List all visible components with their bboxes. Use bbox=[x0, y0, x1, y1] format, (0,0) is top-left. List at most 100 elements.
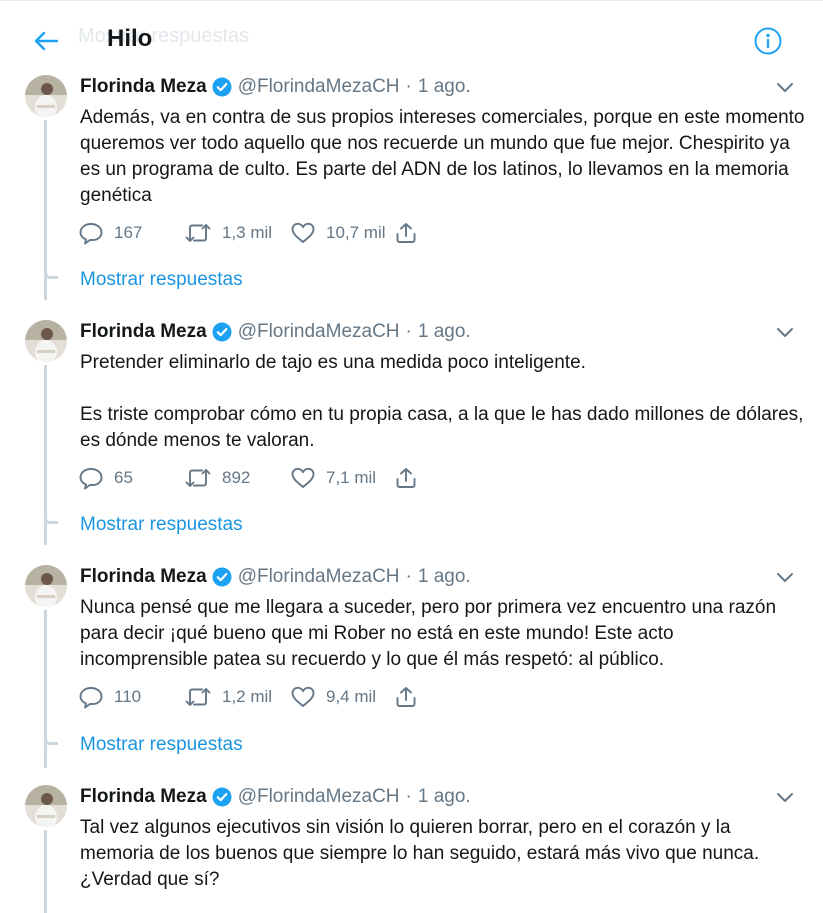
tweet[interactable]: Florinda Meza @FlorindaMezaCH · 1 ago. P… bbox=[0, 315, 823, 560]
retweet-button[interactable]: 1,2 mil bbox=[184, 682, 272, 712]
arrow-left-icon bbox=[34, 31, 59, 51]
chevron-down-icon bbox=[777, 328, 793, 337]
tweet-text: Nunca pensé que me llegara a suceder, pe… bbox=[80, 595, 805, 673]
info-icon bbox=[754, 27, 782, 55]
chevron-down-icon bbox=[777, 83, 793, 92]
retweet-count: 1,2 mil bbox=[222, 687, 273, 706]
reply-button[interactable]: 65 bbox=[78, 463, 133, 493]
tweet[interactable]: Florinda Meza @FlorindaMezaCH · 1 ago. A… bbox=[0, 70, 823, 315]
tweet-header: Florinda Meza @FlorindaMezaCH · 1 ago. bbox=[80, 566, 471, 588]
author-handle[interactable]: @FlorindaMezaCH bbox=[238, 786, 400, 808]
tweet-header: Florinda Meza @FlorindaMezaCH · 1 ago. bbox=[80, 786, 471, 808]
avatar[interactable] bbox=[25, 785, 67, 827]
tweet-actions: 110 1,2 mil 9,4 mil bbox=[78, 682, 438, 712]
reply-button[interactable]: 167 bbox=[78, 218, 142, 248]
author-handle[interactable]: @FlorindaMezaCH bbox=[238, 76, 400, 98]
reply-button[interactable]: 110 bbox=[78, 682, 141, 712]
heart-icon bbox=[291, 686, 315, 707]
show-replies-link[interactable]: Mostrar respuestas bbox=[80, 269, 243, 291]
back-button[interactable] bbox=[26, 23, 66, 59]
tweet-menu-button[interactable] bbox=[773, 568, 797, 588]
retweet-icon bbox=[185, 469, 211, 487]
separator-dot: · bbox=[405, 786, 412, 807]
tweet-timestamp[interactable]: 1 ago. bbox=[418, 786, 471, 808]
verified-badge-icon bbox=[212, 567, 232, 587]
tweet-text: Además, va en contra de sus propios inte… bbox=[80, 105, 805, 209]
avatar-photo-icon bbox=[25, 785, 67, 827]
separator-dot: · bbox=[405, 566, 412, 587]
like-button[interactable]: 10,7 mil bbox=[290, 218, 386, 248]
reply-icon bbox=[79, 687, 103, 709]
tweet-paragraph: Pretender eliminarlo de tajo es una medi… bbox=[80, 352, 586, 373]
tweet-paragraph: Es triste comprobar cómo en tu propia ca… bbox=[80, 404, 804, 451]
avatar-photo-icon bbox=[25, 565, 67, 607]
verified-badge-icon bbox=[212, 77, 232, 97]
page-title: Hilo bbox=[107, 25, 153, 52]
like-count: 10,7 mil bbox=[326, 223, 386, 242]
separator-dot: · bbox=[405, 321, 412, 342]
reply-icon bbox=[79, 468, 103, 490]
tweet-menu-button[interactable] bbox=[773, 788, 797, 808]
author-name[interactable]: Florinda Meza bbox=[80, 566, 207, 588]
thread-line-end bbox=[44, 735, 58, 745]
author-name[interactable]: Florinda Meza bbox=[80, 76, 207, 98]
tweet-header: Florinda Meza @FlorindaMezaCH · 1 ago. bbox=[80, 76, 471, 98]
tweet-timestamp[interactable]: 1 ago. bbox=[418, 76, 471, 98]
share-icon bbox=[396, 468, 416, 488]
author-handle[interactable]: @FlorindaMezaCH bbox=[238, 321, 400, 343]
retweet-count: 892 bbox=[222, 468, 251, 487]
share-icon bbox=[396, 223, 416, 243]
tweet-header: Florinda Meza @FlorindaMezaCH · 1 ago. bbox=[80, 321, 471, 343]
chevron-down-icon bbox=[777, 573, 793, 582]
info-button[interactable] bbox=[750, 23, 786, 59]
avatar-photo-icon bbox=[25, 75, 67, 117]
show-replies-link[interactable]: Mostrar respuestas bbox=[80, 734, 243, 756]
avatar[interactable] bbox=[25, 320, 67, 362]
verified-badge-icon bbox=[212, 322, 232, 342]
reply-count: 65 bbox=[114, 468, 133, 487]
avatar[interactable] bbox=[25, 565, 67, 607]
share-button[interactable] bbox=[394, 218, 418, 248]
share-button[interactable] bbox=[394, 463, 418, 493]
tweet[interactable]: Florinda Meza @FlorindaMezaCH · 1 ago. T… bbox=[0, 780, 823, 913]
thread-header: Mostrar respuestas Hilo bbox=[0, 0, 823, 78]
avatar[interactable] bbox=[25, 75, 67, 117]
heart-icon bbox=[291, 467, 315, 488]
tweet-actions: 167 1,3 mil 10,7 mil bbox=[78, 218, 438, 248]
reply-count: 167 bbox=[114, 223, 143, 242]
avatar-photo-icon bbox=[25, 320, 67, 362]
thread-line-end bbox=[44, 269, 58, 279]
tweet-timestamp[interactable]: 1 ago. bbox=[418, 566, 471, 588]
tweet-text: Tal vez algunos ejecutivos sin visión lo… bbox=[80, 815, 805, 893]
like-button[interactable]: 9,4 mil bbox=[290, 682, 376, 712]
author-name[interactable]: Florinda Meza bbox=[80, 321, 207, 343]
thread-line-end bbox=[44, 514, 58, 524]
tweet-paragraph: Nunca pensé que me llegara a suceder, pe… bbox=[80, 597, 777, 670]
like-count: 7,1 mil bbox=[326, 468, 377, 487]
thread-line bbox=[44, 830, 47, 913]
show-replies-link[interactable]: Mostrar respuestas bbox=[80, 514, 243, 536]
author-name[interactable]: Florinda Meza bbox=[80, 786, 207, 808]
retweet-button[interactable]: 1,3 mil bbox=[184, 218, 272, 248]
retweet-count: 1,3 mil bbox=[222, 223, 273, 242]
tweet-menu-button[interactable] bbox=[773, 78, 797, 98]
header-ghost-text: Mostrar respuestas bbox=[78, 25, 250, 47]
reply-count: 110 bbox=[114, 687, 142, 706]
share-icon bbox=[396, 687, 416, 707]
chevron-down-icon bbox=[777, 793, 793, 802]
tweet-text: Pretender eliminarlo de tajo es una medi… bbox=[80, 350, 805, 454]
tweet-paragraph: Además, va en contra de sus propios inte… bbox=[80, 107, 805, 206]
share-button[interactable] bbox=[394, 682, 418, 712]
retweet-button[interactable]: 892 bbox=[184, 463, 250, 493]
tweet-menu-button[interactable] bbox=[773, 323, 797, 343]
like-button[interactable]: 7,1 mil bbox=[290, 463, 376, 493]
like-count: 9,4 mil bbox=[326, 687, 377, 706]
reply-icon bbox=[79, 223, 103, 245]
tweet-paragraph: Tal vez algunos ejecutivos sin visión lo… bbox=[80, 817, 760, 890]
tweet-timestamp[interactable]: 1 ago. bbox=[418, 321, 471, 343]
author-handle[interactable]: @FlorindaMezaCH bbox=[238, 566, 400, 588]
tweet-actions: 65 892 7,1 mil bbox=[78, 463, 438, 493]
tweet[interactable]: Florinda Meza @FlorindaMezaCH · 1 ago. N… bbox=[0, 560, 823, 780]
verified-badge-icon bbox=[212, 787, 232, 807]
